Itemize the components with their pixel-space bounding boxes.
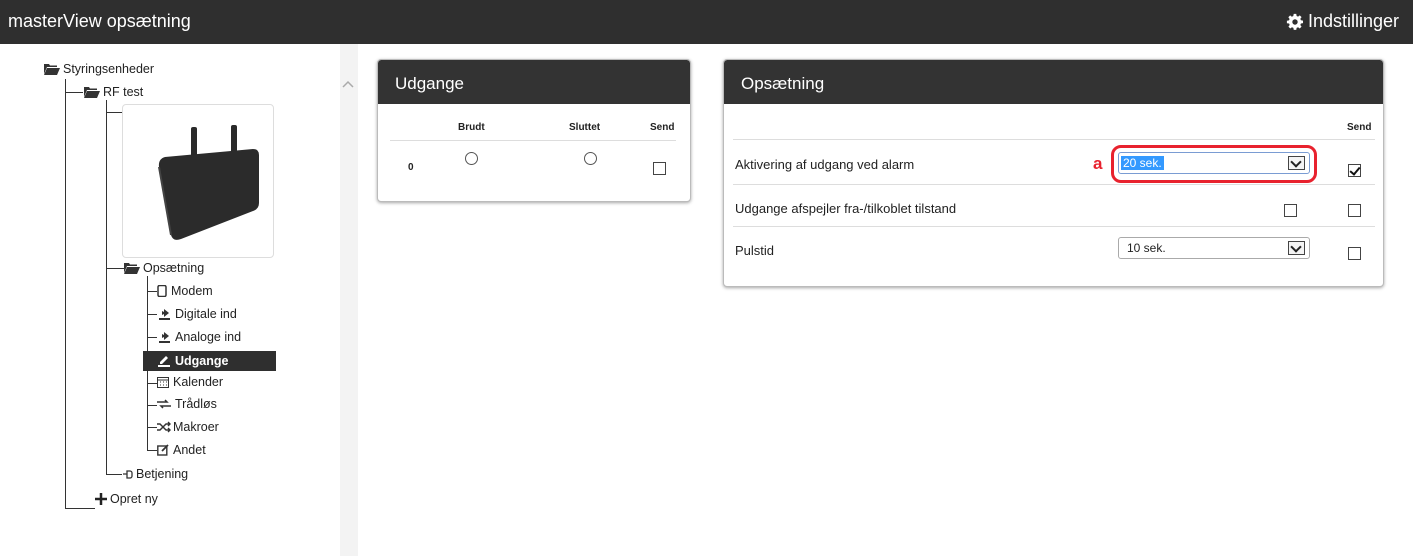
annotation-highlight — [1111, 145, 1317, 183]
output-sluttet-radio[interactable] — [584, 152, 597, 165]
tree-item-macros[interactable]: Makroer — [157, 420, 219, 434]
gear-icon — [1286, 13, 1303, 30]
outputs-panel-title: Udgange — [378, 60, 690, 104]
tree-node-create-new[interactable]: Opret ny — [95, 492, 158, 506]
col-header-send: Send — [650, 122, 675, 133]
tree-label-create-new: Opret ny — [110, 492, 158, 506]
tree-item-other[interactable]: Andet — [157, 443, 206, 457]
annotation-letter: a — [1093, 154, 1103, 173]
edit-icon — [157, 444, 169, 456]
tree-node-root[interactable]: Styringsenheder — [44, 62, 154, 76]
wireless-icon — [157, 399, 171, 409]
tree-item-label: Andet — [173, 443, 206, 457]
tree-item-wireless[interactable]: Trådløs — [157, 397, 217, 411]
settings-link[interactable]: Indstillinger — [1286, 11, 1399, 32]
tree-label-root: Styringsenheder — [63, 62, 155, 76]
tree-item-label: Modem — [171, 284, 213, 298]
tree-item-label: Analoge ind — [175, 330, 242, 344]
tree-item-label: Makroer — [173, 420, 219, 434]
pulse-time-send-checkbox[interactable] — [1348, 247, 1361, 260]
tree-item-analog-inputs[interactable]: Analoge ind — [157, 330, 241, 344]
calendar-icon — [157, 377, 169, 388]
tree-item-label: Udgange — [175, 354, 229, 368]
chevron-up-icon[interactable] — [340, 74, 356, 94]
folder-open-icon — [124, 263, 140, 274]
setup-header-divider — [733, 139, 1375, 140]
settings-label: Indstillinger — [1307, 11, 1399, 31]
outputs-panel: Udgange — [377, 59, 691, 202]
tree-scrollbar[interactable] — [340, 44, 358, 556]
input-icon — [159, 332, 170, 343]
table-divider — [390, 140, 676, 141]
col-header-brudt: Brudt — [458, 122, 485, 133]
device-image — [122, 104, 274, 258]
folder-open-icon — [84, 87, 100, 98]
tree-item-calendar[interactable]: Kalender — [157, 375, 223, 389]
setup-send-header: Send — [1347, 122, 1372, 133]
setup-row-label: Udgange afspejler fra-/tilkoblet tilstan… — [735, 201, 957, 216]
folder-open-icon — [44, 64, 60, 75]
tree-node-device[interactable]: RF test — [84, 85, 143, 99]
col-header-sluttet: Sluttet — [569, 122, 601, 133]
tree-node-operation[interactable]: Betjening — [122, 467, 188, 481]
tree-node-setup[interactable]: Opsætning — [124, 261, 204, 275]
mirror-state-send-checkbox[interactable] — [1348, 204, 1361, 217]
chevron-down-icon — [1288, 241, 1305, 255]
shuffle-icon — [157, 421, 171, 433]
tree-item-outputs[interactable]: Udgange — [143, 351, 276, 371]
tree-item-modem[interactable]: Modem — [157, 284, 213, 298]
output-brudt-radio[interactable] — [465, 152, 478, 165]
pulse-time-select[interactable]: 10 sek. — [1118, 237, 1310, 259]
output-icon — [158, 356, 170, 367]
select-value: 10 sek. — [1127, 241, 1166, 255]
tree-item-label: Kalender — [173, 375, 224, 389]
alarm-activation-send-checkbox[interactable] — [1348, 164, 1361, 177]
tree-nodes: Styringsenheder RF test Opsætning Modem … — [0, 0, 340, 556]
output-send-checkbox[interactable] — [653, 162, 666, 175]
tree-item-label: Digitale ind — [175, 307, 237, 321]
setup-row-label: Aktivering af udgang ved alarm — [735, 157, 915, 172]
tree-label-operation: Betjening — [136, 467, 189, 481]
input-icon — [159, 309, 170, 320]
row-divider — [733, 226, 1375, 227]
tree-item-digital-inputs[interactable]: Digitale ind — [157, 307, 237, 321]
device-illustration — [158, 125, 259, 240]
tree-label-setup: Opsætning — [143, 261, 205, 275]
tree-item-label: Trådløs — [175, 397, 217, 411]
hand-pointer-icon — [123, 470, 133, 479]
setup-row-label: Pulstid — [735, 243, 775, 258]
row-divider — [733, 184, 1375, 185]
mirror-state-checkbox[interactable] — [1284, 204, 1297, 217]
setup-panel-title: Opsætning — [724, 60, 1383, 104]
plus-icon — [95, 493, 107, 505]
tree-label-device: RF test — [103, 85, 144, 99]
output-row-number: 0 — [408, 162, 414, 173]
phone-icon — [157, 285, 167, 297]
